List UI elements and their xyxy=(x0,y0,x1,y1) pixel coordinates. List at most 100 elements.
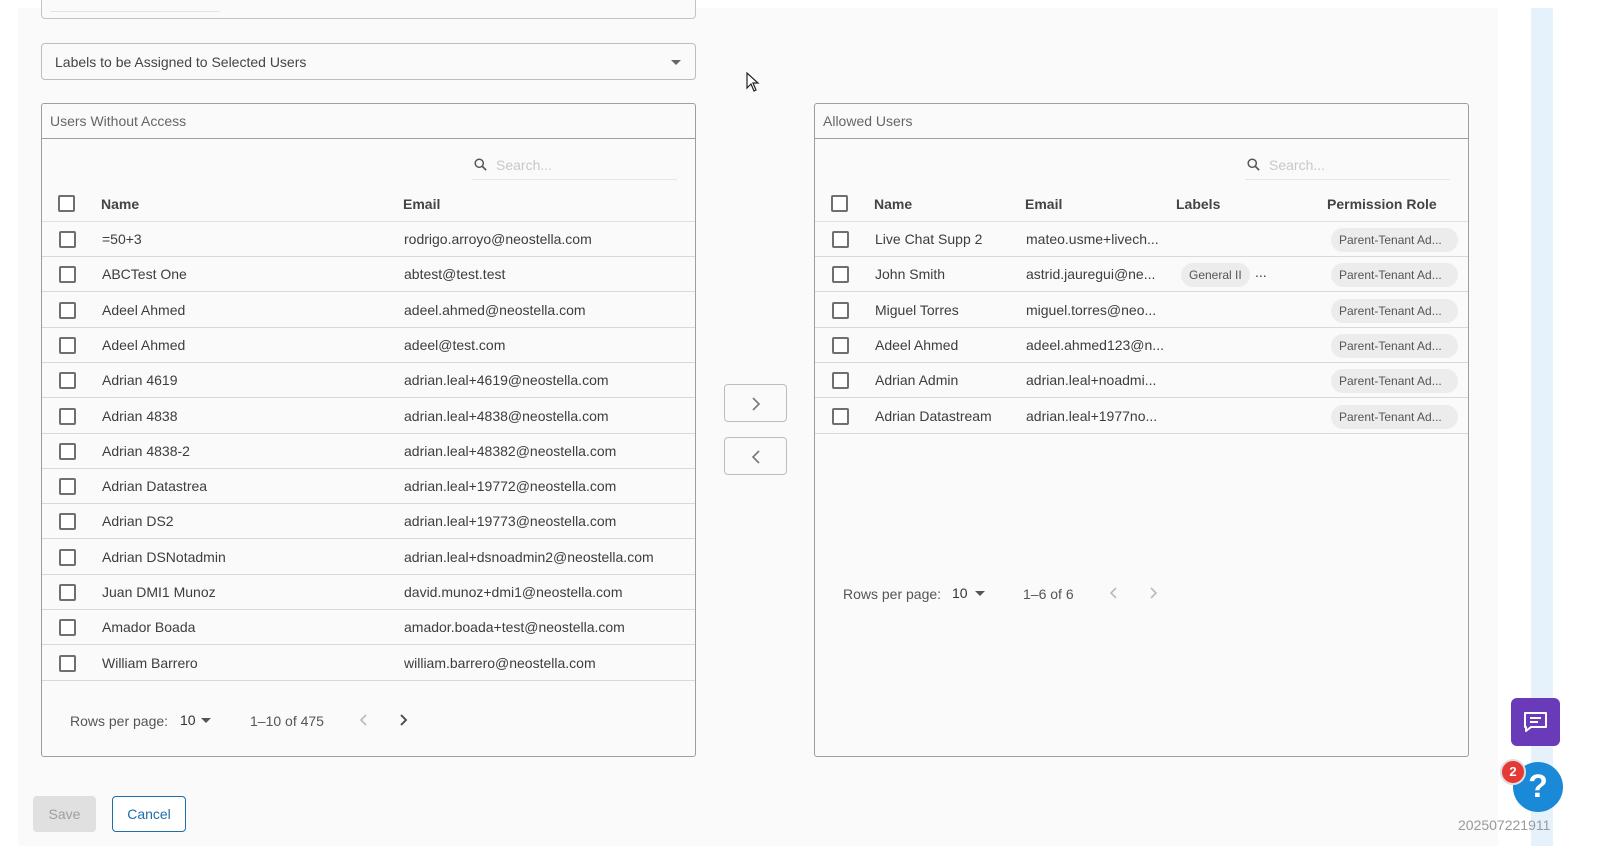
chevron-left-icon[interactable] xyxy=(1106,585,1122,601)
cell-email: adeel.ahmed123@n... xyxy=(1026,336,1164,353)
table-row[interactable]: Adrian DS2 adrian.leal+19773@neostella.co… xyxy=(42,504,695,540)
search-icon xyxy=(1247,158,1260,171)
row-checkbox[interactable] xyxy=(59,407,76,425)
cell-email: david.munoz+dmi1@neostella.com xyxy=(404,584,623,600)
cell-email: adrian.leal+noadmi... xyxy=(1026,372,1157,389)
cell-name: Adeel Ahmed xyxy=(102,336,186,353)
table-row[interactable]: Adrian Datastream adrian.leal+1977no... Pa… xyxy=(815,399,1468,434)
cell-email: adrian.leal+19772@neostella.com xyxy=(404,478,617,495)
pagination-info: 1–6 of 6 xyxy=(1023,586,1074,602)
table-row[interactable]: Adeel Ahmed adeel.ahmed@neostella.com xyxy=(42,293,695,328)
cell-email: adrian.leal+4619@neostella.com xyxy=(404,372,609,389)
cell-name: Adrian 4838 xyxy=(102,407,178,424)
chevron-left-icon[interactable] xyxy=(356,712,372,728)
chat-button[interactable] xyxy=(1511,698,1560,746)
table-row[interactable]: Adrian Datastrea adrian.leal+19772@neoste… xyxy=(42,469,695,505)
rows-per-page-select[interactable]: 10 xyxy=(180,712,196,728)
column-header-name[interactable]: Name xyxy=(874,196,912,212)
table-row[interactable]: William Barrero william.barrero@neostella… xyxy=(42,646,695,681)
row-checkbox[interactable] xyxy=(59,619,76,637)
cell-email: adeel@test.com xyxy=(404,336,506,353)
search-input[interactable]: Search... xyxy=(472,152,677,180)
table-row[interactable]: Adrian DSNotadmin adrian.leal+dsnoadmin2@… xyxy=(42,540,695,575)
table-header: Name Email Labels Permission Role xyxy=(815,186,1468,222)
cell-name: Adrian 4838-2 xyxy=(102,442,190,459)
table-row[interactable]: Adrian Admin adrian.leal+noadmi... Parent-… xyxy=(815,363,1468,399)
cell-email: adrian.leal+48382@neostella.com xyxy=(404,442,617,459)
table-row[interactable]: =50+3 rodrigo.arroyo@neostella.com xyxy=(42,222,695,257)
chevron-right-icon[interactable] xyxy=(395,712,411,728)
row-checkbox[interactable] xyxy=(59,584,76,601)
cell-name: ABCTest One xyxy=(102,266,187,283)
table-row[interactable]: Adrian 4838-2 adrian.leal+48382@neostella… xyxy=(42,434,695,469)
table-row[interactable]: Amador Boada amador.boada+test@neostella.… xyxy=(42,610,695,646)
column-header-email[interactable]: Email xyxy=(1025,196,1062,212)
permission-role-chip: Parent-Tenant Ad... xyxy=(1331,228,1458,252)
search-placeholder: Search... xyxy=(496,157,553,173)
row-checkbox[interactable] xyxy=(59,372,76,390)
row-checkbox[interactable] xyxy=(59,654,76,672)
column-header-labels[interactable]: Labels xyxy=(1176,196,1220,212)
row-checkbox[interactable] xyxy=(59,231,76,248)
cell-name: Adrian Admin xyxy=(875,372,959,389)
cell-email: adrian.leal+19773@neostella.com xyxy=(404,513,617,530)
row-checkbox[interactable] xyxy=(59,478,76,496)
table-row[interactable]: Adrian 4619 adrian.leal+4619@neostella.co… xyxy=(42,363,695,399)
search-input[interactable]: Search... xyxy=(1245,152,1450,180)
cell-email: mateo.usme+livech... xyxy=(1026,231,1159,247)
row-checkbox[interactable] xyxy=(832,336,849,354)
panel-title: Allowed Users xyxy=(815,104,1468,139)
more-labels[interactable]: ... xyxy=(1255,264,1267,280)
row-checkbox[interactable] xyxy=(832,266,849,284)
cell-email: adrian.leal+4838@neostella.com xyxy=(404,407,609,424)
chevron-right-icon[interactable] xyxy=(1145,585,1161,601)
table-row[interactable]: Adeel Ahmed adeel@test.com xyxy=(42,328,695,363)
allowed-users-panel: Allowed Users Search... Name Email Label… xyxy=(814,103,1469,757)
labels-select[interactable]: Labels to be Assigned to Selected Users xyxy=(41,43,696,80)
column-header-name[interactable]: Name xyxy=(101,196,139,212)
permission-role-chip: Parent-Tenant Ad... xyxy=(1331,263,1458,288)
table-row[interactable]: Adeel Ahmed adeel.ahmed123@n... Parent-Ten… xyxy=(815,328,1468,363)
row-checkbox[interactable] xyxy=(59,442,76,460)
row-checkbox[interactable] xyxy=(59,336,76,354)
table-row[interactable]: John Smith astrid.jauregui@ne... General I… xyxy=(815,257,1468,293)
cell-name: Adrian Datastrea xyxy=(102,478,208,495)
row-checkbox[interactable] xyxy=(59,266,76,284)
cell-email: rodrigo.arroyo@neostella.com xyxy=(404,231,592,247)
cell-name: Amador Boada xyxy=(102,619,196,636)
caret-down-icon[interactable] xyxy=(201,718,211,723)
caret-down-icon[interactable] xyxy=(975,591,985,596)
permission-role-chip: Parent-Tenant Ad... xyxy=(1331,369,1458,394)
row-checkbox[interactable] xyxy=(832,407,849,425)
save-button[interactable]: Save xyxy=(33,796,96,832)
table-row[interactable]: Adrian 4838 adrian.leal+4838@neostella.co… xyxy=(42,399,695,434)
cell-name: Miguel Torres xyxy=(875,301,959,318)
cancel-button[interactable]: Cancel xyxy=(112,796,186,832)
move-left-button[interactable] xyxy=(724,437,787,475)
column-header-permission-role[interactable]: Permission Role xyxy=(1327,196,1437,212)
row-checkbox[interactable] xyxy=(832,372,849,390)
table-row[interactable]: ABCTest One abtest@test.test xyxy=(42,257,695,293)
cell-email: adrian.leal+1977no... xyxy=(1026,407,1158,424)
rows-per-page-select[interactable]: 10 xyxy=(952,585,968,601)
row-checkbox[interactable] xyxy=(59,548,76,566)
cell-name: Juan DMI1 Munoz xyxy=(102,584,216,600)
previous-field[interactable] xyxy=(41,0,696,19)
select-all-checkbox[interactable] xyxy=(831,195,848,212)
table-row[interactable]: Live Chat Supp 2 mateo.usme+livech... Pare… xyxy=(815,222,1468,257)
row-checkbox[interactable] xyxy=(59,301,76,319)
table-row[interactable]: Miguel Torres miguel.torres@neo... Parent-… xyxy=(815,293,1468,328)
move-right-button[interactable] xyxy=(724,384,787,422)
table-row[interactable]: Juan DMI1 Munoz david.munoz+dmi1@neostell… xyxy=(42,575,695,610)
row-checkbox[interactable] xyxy=(832,231,849,248)
row-checkbox[interactable] xyxy=(832,301,849,319)
permission-role-chip: Parent-Tenant Ad... xyxy=(1331,404,1458,429)
select-all-checkbox[interactable] xyxy=(58,195,75,212)
cell-email: amador.boada+test@neostella.com xyxy=(404,619,625,636)
cell-name: William Barrero xyxy=(102,654,198,671)
column-header-email[interactable]: Email xyxy=(403,196,440,212)
chat-icon xyxy=(1524,712,1547,732)
cell-email: astrid.jauregui@ne... xyxy=(1026,266,1156,283)
row-checkbox[interactable] xyxy=(59,513,76,531)
caret-down-icon xyxy=(671,60,681,65)
